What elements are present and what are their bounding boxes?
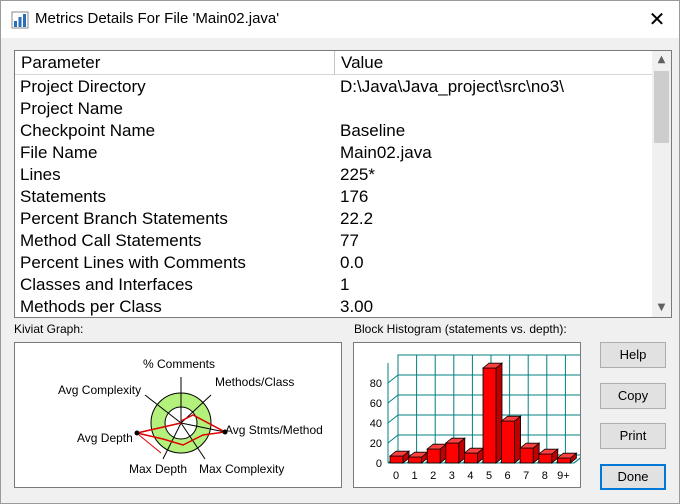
parameter-cell: Percent Branch Statements (20, 209, 228, 228)
parameter-cell: Percent Lines with Comments (20, 253, 246, 272)
y-tick-label: 0 (376, 458, 382, 470)
histogram-bar (444, 437, 466, 464)
table-row[interactable]: Checkpoint Name Baseline (15, 120, 653, 142)
parameter-cell: Classes and Interfaces (20, 275, 193, 294)
column-header-parameter[interactable]: Parameter (15, 51, 335, 75)
table-row[interactable]: Statements 176 (15, 186, 653, 208)
value-cell: Main02.java (340, 143, 432, 162)
kiviat-axis-comments: % Comments (143, 357, 216, 371)
y-tick-label: 40 (370, 418, 382, 430)
column-header-value[interactable]: Value (335, 51, 653, 75)
histogram-bar (537, 448, 559, 464)
table-row[interactable]: Method Call Statements 77 (15, 230, 653, 252)
done-button[interactable]: Done (600, 464, 666, 490)
y-tick-label: 80 (370, 378, 382, 390)
kiviat-graph: % Comments Methods/Class Avg Stmts/Metho… (14, 342, 342, 488)
table-row[interactable]: Project Directory D:\Java\Java_project\sr… (15, 76, 653, 98)
x-tick-label: 4 (467, 470, 473, 482)
table-row[interactable]: Methods per Class 3.00 (15, 296, 653, 317)
x-tick-label: 2 (430, 470, 436, 482)
kiviat-axis-avg-complexity: Avg Complexity (58, 383, 142, 397)
kiviat-axis-avg-stmts-method: Avg Stmts/Method (225, 423, 323, 437)
x-tick-label: 9+ (557, 470, 570, 482)
histogram-label: Block Histogram (statements vs. depth): (354, 322, 567, 336)
histogram-bar (481, 362, 504, 464)
x-tick-label: 6 (505, 470, 511, 482)
help-button[interactable]: Help (600, 342, 666, 368)
kiviat-axis-max-depth: Max Depth (129, 462, 188, 476)
print-button[interactable]: Print (600, 423, 666, 449)
parameter-cell: File Name (20, 143, 98, 162)
table-row[interactable]: Percent Branch Statements 22.2 (15, 208, 653, 230)
kiviat-axis-avg-depth: Avg Depth (77, 431, 133, 445)
value-cell: 1 (340, 275, 350, 294)
table-row[interactable]: Percent Lines with Comments 0.0 (15, 252, 653, 274)
parameter-cell: Methods per Class (20, 297, 162, 316)
parameter-cell: Project Directory (20, 77, 146, 96)
app-icon (11, 11, 29, 34)
metrics-list[interactable]: Parameter Value Project Directory D:\Java… (14, 50, 672, 318)
block-histogram: 0 20 40 60 80 0 1 2 3 4 5 6 7 8 9+ (353, 342, 581, 488)
x-tick-label: 1 (412, 470, 418, 482)
kiviat-axis-max-complexity: Max Complexity (199, 462, 285, 476)
value-cell: 77 (340, 231, 359, 250)
x-tick-label: 7 (523, 470, 529, 482)
parameter-cell: Method Call Statements (20, 231, 202, 250)
x-tick-label: 3 (449, 470, 455, 482)
kiviat-label: Kiviat Graph: (14, 322, 84, 336)
value-cell: 225* (340, 165, 375, 184)
histogram-bar (500, 415, 522, 464)
y-tick-label: 20 (370, 438, 382, 450)
close-icon[interactable]: ✕ (641, 5, 673, 33)
parameter-cell: Project Name (20, 99, 123, 118)
table-row[interactable]: File Name Main02.java (15, 142, 653, 164)
histogram-bar (463, 447, 485, 464)
copy-button[interactable]: Copy (600, 383, 666, 409)
x-tick-label: 5 (486, 470, 492, 482)
histogram-chart: 0 20 40 60 80 0 1 2 3 4 5 6 7 8 9+ (370, 354, 580, 482)
title-bar: Metrics Details For File 'Main02.java' ✕ (0, 0, 680, 38)
list-header: Parameter Value (15, 51, 653, 75)
value-cell: Baseline (340, 121, 406, 140)
y-tick-label: 60 (370, 398, 382, 410)
value-cell: D:\Java\Java_project\src\no3\ (340, 77, 564, 96)
value-cell: 22.2 (340, 209, 374, 228)
table-row[interactable]: Project Name (15, 98, 653, 120)
vertical-scrollbar[interactable]: ▲ ▼ (652, 51, 671, 317)
value-cell: 3.00 (340, 297, 374, 316)
kiviat-axis-methods-class: Methods/Class (215, 375, 295, 389)
scroll-up-arrow-icon[interactable]: ▲ (652, 51, 671, 69)
scroll-down-arrow-icon[interactable]: ▼ (652, 299, 671, 317)
parameter-cell: Statements (20, 187, 106, 206)
scroll-thumb[interactable] (654, 71, 669, 143)
value-cell: 0.0 (340, 253, 364, 272)
histogram-bar (388, 450, 411, 464)
histogram-bar (519, 442, 541, 464)
parameter-cell: Lines (20, 165, 61, 184)
value-cell: 176 (340, 187, 369, 206)
table-row[interactable]: Classes and Interfaces 1 (15, 274, 653, 296)
parameter-cell: Checkpoint Name (20, 121, 156, 140)
window-title: Metrics Details For File 'Main02.java' (35, 10, 280, 27)
list-rows: Project Directory D:\Java\Java_project\sr… (15, 76, 653, 317)
table-row[interactable]: Lines 225* (15, 164, 653, 186)
x-tick-label: 8 (542, 470, 548, 482)
x-tick-label: 0 (393, 470, 399, 482)
histogram-bar (426, 443, 448, 464)
